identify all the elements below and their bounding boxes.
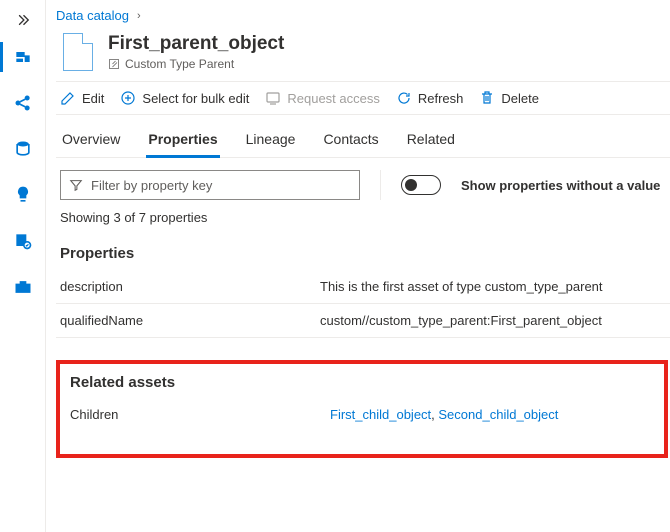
expand-nav-icon[interactable] [0,6,45,34]
divider [56,337,670,338]
property-row: description This is the first asset of t… [56,272,670,301]
property-value: custom//custom_type_parent:First_parent_… [320,313,666,328]
related-assets-section: Related assets Children First_child_obje… [56,360,668,458]
sidebar-item-policy[interactable] [0,218,45,264]
toggle-label: Show properties without a value [461,178,660,193]
property-key: description [60,279,320,294]
main-content: Data catalog › First_parent_object Custo… [46,0,670,532]
tab-related[interactable]: Related [405,125,457,157]
bulk-edit-button[interactable]: Select for bulk edit [120,90,249,106]
filter-input[interactable] [91,178,351,193]
show-empty-toggle[interactable] [401,175,441,195]
properties-heading: Properties [56,239,670,272]
related-values: First_child_object, Second_child_object [330,407,654,422]
related-key: Children [70,407,330,422]
refresh-button[interactable]: Refresh [396,90,464,106]
filter-row: Show properties without a value [56,158,670,208]
sidebar-item-insights[interactable] [0,172,45,218]
breadcrumb: Data catalog › [56,6,670,29]
page-title: First_parent_object [108,33,284,55]
edit-label: Edit [82,91,104,106]
related-heading: Related assets [70,374,654,403]
filter-icon [69,178,83,192]
request-label: Request access [287,91,380,106]
property-key: qualifiedName [60,313,320,328]
chevron-right-icon: › [137,10,141,22]
property-value: This is the first asset of type custom_t… [320,279,666,294]
asset-type-label: Custom Type Parent [125,57,234,71]
tab-contacts[interactable]: Contacts [321,125,380,157]
request-access-button: Request access [265,90,380,106]
refresh-label: Refresh [418,91,464,106]
toolbar: Edit Select for bulk edit Request access… [56,81,670,115]
tabs: Overview Properties Lineage Contacts Rel… [56,115,670,158]
delete-button[interactable]: Delete [479,90,539,106]
tab-lineage[interactable]: Lineage [244,125,298,157]
left-nav [0,0,46,532]
file-icon [63,33,93,71]
sidebar-item-share[interactable] [0,80,45,126]
asset-header: First_parent_object Custom Type Parent [56,29,670,81]
divider [56,303,670,304]
edit-button[interactable]: Edit [60,90,104,106]
sidebar-item-management[interactable] [0,264,45,310]
showing-count: Showing 3 of 7 properties [56,208,670,239]
child-link-1[interactable]: Second_child_object [438,407,558,422]
type-icon [108,58,120,70]
bulk-label: Select for bulk edit [142,91,249,106]
breadcrumb-root[interactable]: Data catalog [56,8,129,23]
sidebar-item-sources[interactable] [0,126,45,172]
child-link-0[interactable]: First_child_object [330,407,431,422]
sidebar-item-catalog[interactable] [0,34,45,80]
filter-input-wrapper[interactable] [60,170,360,200]
tab-properties[interactable]: Properties [146,125,219,157]
tab-overview[interactable]: Overview [60,125,122,157]
divider [380,170,381,200]
property-row: qualifiedName custom//custom_type_parent… [56,306,670,335]
delete-label: Delete [501,91,539,106]
